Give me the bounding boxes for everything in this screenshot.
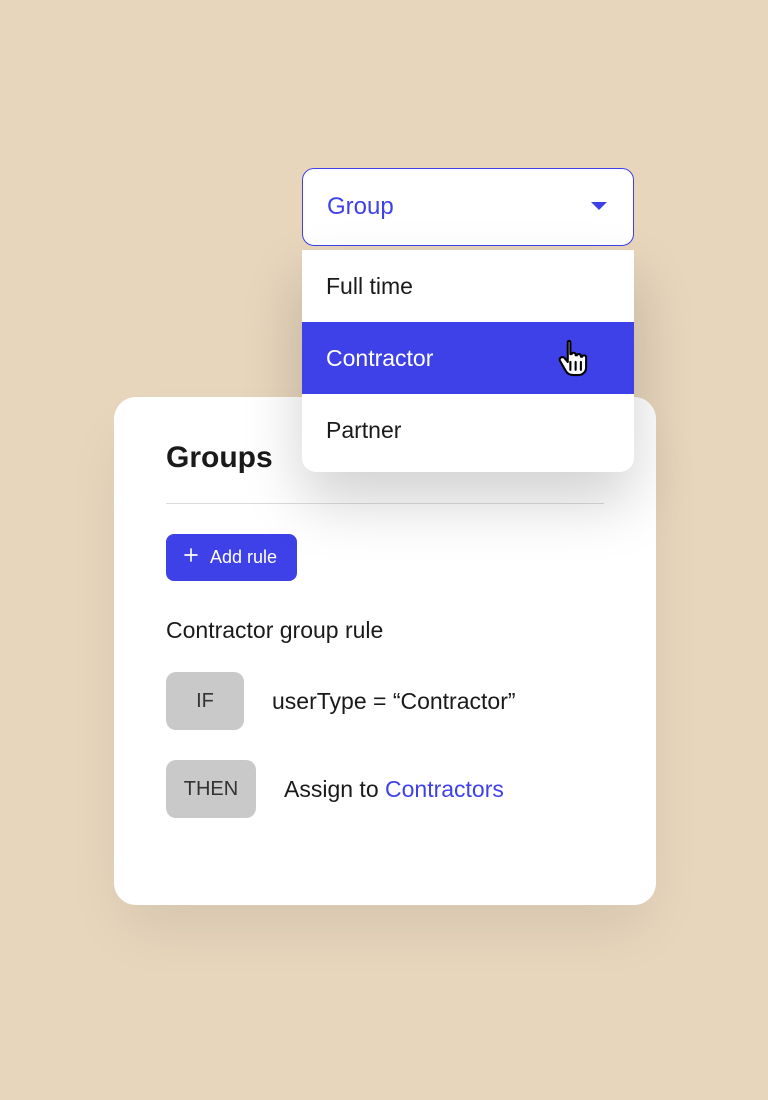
plus-icon <box>182 546 200 569</box>
dropdown-option-contractor[interactable]: Contractor <box>302 322 634 394</box>
group-dropdown-menu: Full time Contractor Partner <box>302 250 634 472</box>
groups-card: Groups Add rule Contractor group rule IF… <box>114 397 656 905</box>
group-dropdown-trigger[interactable]: Group <box>302 168 634 246</box>
dropdown-option-partner[interactable]: Partner <box>302 394 634 466</box>
then-text-prefix: Assign to <box>284 776 385 802</box>
then-chip: THEN <box>166 760 256 818</box>
divider <box>166 503 604 504</box>
cursor-pointer-icon <box>552 337 594 379</box>
dropdown-option-full-time[interactable]: Full time <box>302 250 634 322</box>
rule-row-if: IF userType = “Contractor” <box>166 672 604 730</box>
group-dropdown-label: Group <box>327 193 394 221</box>
then-action-text: Assign to Contractors <box>284 776 504 803</box>
add-rule-label: Add rule <box>210 547 277 568</box>
dropdown-option-label: Contractor <box>326 345 433 372</box>
chevron-down-icon <box>589 200 609 214</box>
rule-title: Contractor group rule <box>166 617 604 644</box>
group-dropdown: Group Full time Contractor Partner <box>302 168 634 472</box>
then-link[interactable]: Contractors <box>385 776 504 802</box>
add-rule-button[interactable]: Add rule <box>166 534 297 581</box>
if-chip: IF <box>166 672 244 730</box>
rule-row-then: THEN Assign to Contractors <box>166 760 604 818</box>
if-condition-text: userType = “Contractor” <box>272 688 516 715</box>
